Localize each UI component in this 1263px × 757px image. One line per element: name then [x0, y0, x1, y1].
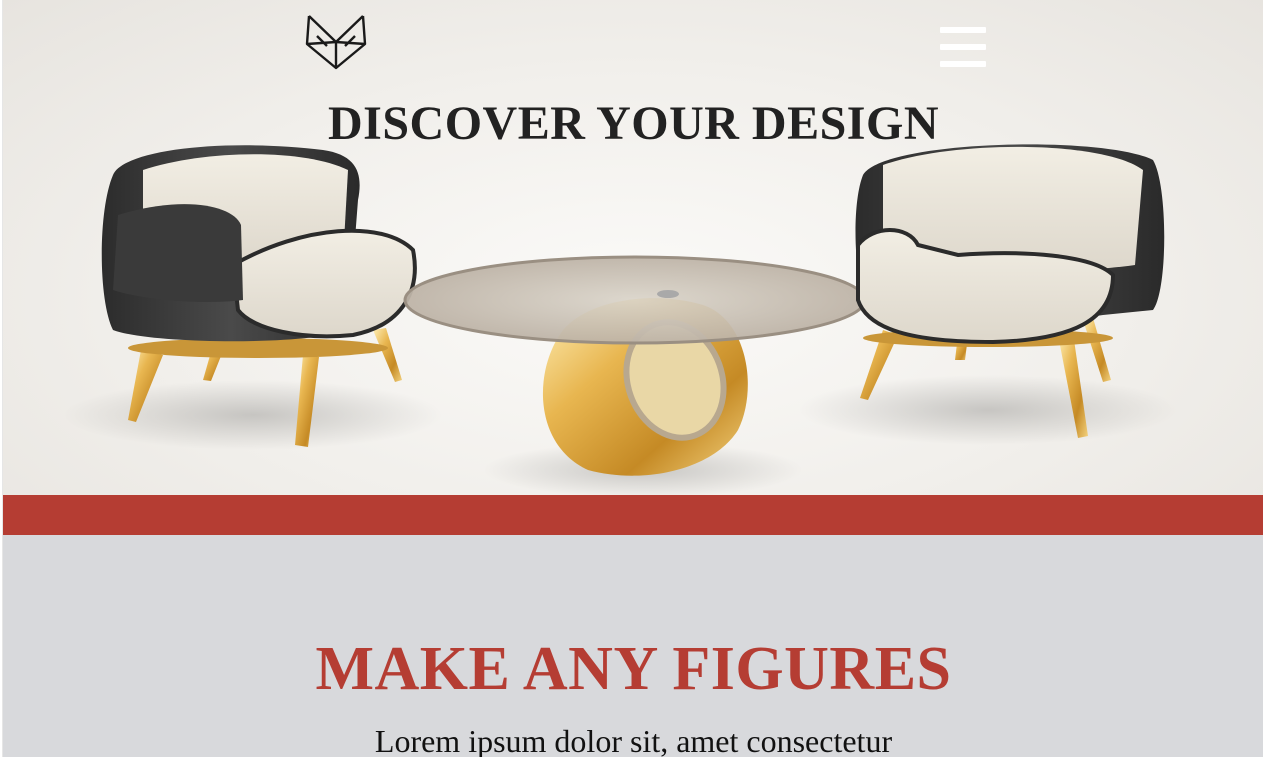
fox-geometric-logo-icon[interactable] [305, 14, 367, 70]
features-text: Lorem ipsum dolor sit, amet consectetur [374, 723, 893, 757]
accent-divider-bar [3, 495, 1263, 535]
menu-bar-bottom [940, 61, 986, 67]
page: DISCOVER YOUR DESIGN MAKE ANY FIGURES Lo… [2, 0, 1263, 757]
menu-bar-top [940, 27, 986, 33]
hero-furniture-image [63, 144, 1178, 495]
hero-title: DISCOVER YOUR DESIGN [328, 97, 939, 150]
hamburger-menu-icon[interactable] [940, 27, 986, 67]
features-title: MAKE ANY FIGURES [315, 635, 952, 703]
features-section: MAKE ANY FIGURES Lorem ipsum dolor sit, … [3, 535, 1263, 757]
hero-section: DISCOVER YOUR DESIGN [3, 0, 1263, 495]
coffee-table [403, 255, 867, 476]
menu-bar-middle [940, 44, 986, 50]
